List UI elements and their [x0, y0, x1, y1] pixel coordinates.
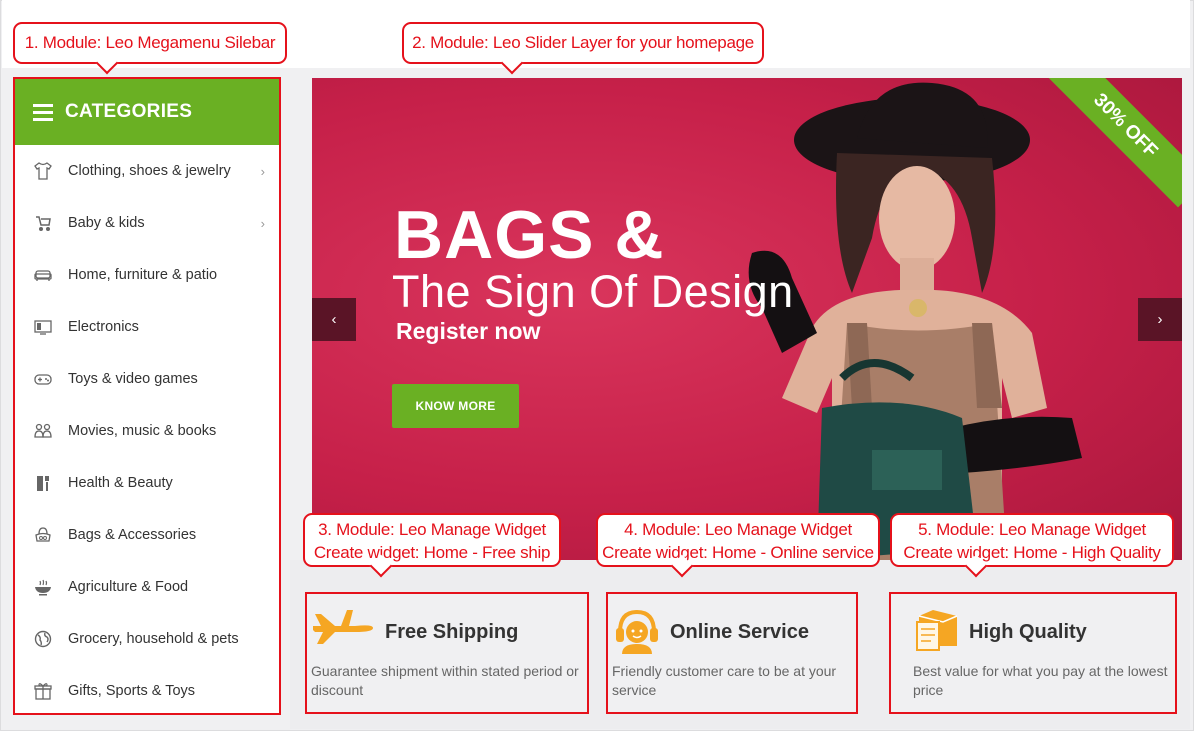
slide-subtitle: The Sign Of Design [392, 266, 794, 317]
food-bowl-icon [33, 577, 53, 597]
shirt-icon [33, 161, 53, 181]
sidebar-item-label: Agriculture & Food [68, 579, 189, 595]
homepage-slider: BAGS & The Sign Of Design Register now K… [312, 78, 1182, 560]
feature-free-shipping: Free Shipping Guarantee shipment within … [305, 592, 589, 714]
gamepad-icon [33, 369, 53, 389]
sofa-icon [33, 265, 53, 285]
bag-icon [33, 525, 53, 545]
sidebar-item-label: Movies, music & books [68, 423, 217, 439]
quality-box-icon [913, 606, 963, 657]
feature-title: High Quality [969, 621, 1087, 643]
register-now-link[interactable]: Register now [396, 318, 540, 345]
sidebar-item-movies[interactable]: Movies, music & books [15, 405, 279, 457]
callout-slider: 2. Module: Leo Slider Layer for your hom… [402, 22, 764, 75]
feature-title: Free Shipping [385, 621, 519, 643]
gift-icon [33, 681, 53, 701]
chevron-right-icon: › [260, 163, 265, 179]
stroller-icon [33, 213, 53, 233]
sidebar-item-electronics[interactable]: Electronics [15, 301, 279, 353]
globe-icon [33, 629, 53, 649]
callout-free-ship-line1: 3. Module: Leo Manage Widget [318, 520, 546, 539]
category-list: Clothing, shoes & jewelry › Baby & kids … [15, 145, 279, 717]
support-agent-icon [612, 606, 662, 661]
sidebar-item-label: Baby & kids [68, 215, 145, 231]
feature-title: Online Service [670, 621, 809, 643]
sidebar-item-label: Health & Beauty [68, 475, 173, 491]
sidebar-item-home[interactable]: Home, furniture & patio [15, 249, 279, 301]
chevron-right-icon: › [1157, 311, 1163, 328]
callout-megamenu: 1. Module: Leo Megamenu Silebar [13, 22, 287, 75]
slider-prev-button[interactable]: ‹ [312, 298, 356, 341]
feature-online-service: Online Service Friendly customer care to… [606, 592, 858, 714]
sidebar-item-label: Electronics [68, 319, 139, 335]
chevron-left-icon: ‹ [331, 311, 337, 328]
sidebar-item-label: Gifts, Sports & Toys [68, 683, 196, 699]
sidebar-item-toys[interactable]: Toys & video games [15, 353, 279, 405]
feature-description: Friendly customer care to be at your ser… [612, 663, 837, 698]
categories-sidebar: CATEGORIES Clothing, shoes & jewelry › B… [13, 77, 281, 715]
callout-high-quality-line1: 5. Module: Leo Manage Widget [918, 520, 1146, 539]
sidebar-item-label: Home, furniture & patio [68, 267, 218, 283]
feature-high-quality: High Quality Best value for what you pay… [889, 592, 1177, 714]
callout-slider-text: 2. Module: Leo Slider Layer for your hom… [412, 33, 754, 52]
categories-title: CATEGORIES [65, 101, 193, 122]
slider-next-button[interactable]: › [1138, 298, 1182, 341]
menu-list-icon [33, 103, 53, 121]
sidebar-item-label: Toys & video games [68, 371, 198, 387]
feature-description: Best value for what you pay at the lowes… [913, 663, 1168, 698]
know-more-button[interactable]: KNOW MORE [392, 384, 519, 428]
sidebar-item-bags[interactable]: Bags & Accessories [15, 509, 279, 561]
categories-header[interactable]: CATEGORIES [15, 79, 279, 145]
callout-high-quality: 5. Module: Leo Manage Widget Create widg… [890, 513, 1174, 578]
callout-free-ship-line2: Create widget: Home - Free ship [313, 543, 551, 562]
sidebar-item-label: Bags & Accessories [68, 527, 197, 543]
sidebar-item-clothing[interactable]: Clothing, shoes & jewelry › [15, 145, 279, 197]
sidebar-item-gifts[interactable]: Gifts, Sports & Toys [15, 665, 279, 717]
callout-online-service-line1: 4. Module: Leo Manage Widget [624, 520, 852, 539]
people-icon [33, 421, 53, 441]
sidebar-item-baby[interactable]: Baby & kids › [15, 197, 279, 249]
sidebar-item-health[interactable]: Health & Beauty [15, 457, 279, 509]
slide-title: BAGS & [394, 197, 665, 273]
callout-online-service-line2: Create widget: Home - Online service [602, 543, 874, 562]
callout-megamenu-text: 1. Module: Leo Megamenu Silebar [24, 33, 276, 52]
sidebar-item-label: Grocery, household & pets [68, 631, 239, 647]
bottle-icon [33, 473, 53, 493]
sidebar-item-agriculture[interactable]: Agriculture & Food [15, 561, 279, 613]
callout-free-ship: 3. Module: Leo Manage Widget Create widg… [303, 513, 561, 578]
callout-high-quality-line2: Create widget: Home - High Quality [903, 543, 1161, 562]
feature-description: Guarantee shipment within stated period … [311, 663, 579, 698]
airplane-icon [311, 606, 377, 651]
sidebar-item-label: Clothing, shoes & jewelry [68, 163, 231, 179]
chevron-right-icon: › [260, 215, 265, 231]
tv-icon [33, 317, 53, 337]
callout-online-service: 4. Module: Leo Manage Widget Create widg… [596, 513, 880, 578]
sidebar-item-grocery[interactable]: Grocery, household & pets [15, 613, 279, 665]
